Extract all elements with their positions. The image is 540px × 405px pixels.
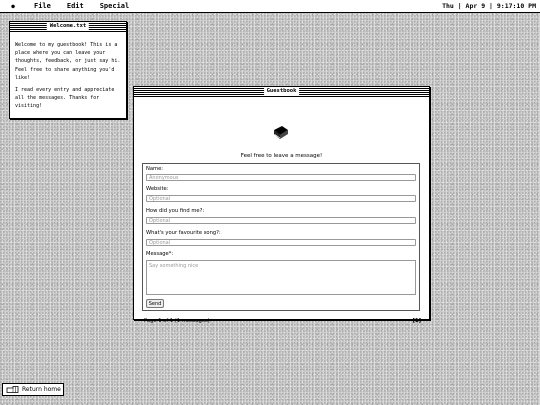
guestbook-window-title: Guestbook bbox=[263, 87, 300, 96]
send-button[interactable]: Send bbox=[146, 299, 164, 308]
welcome-paragraph-1: Welcome to my guestbook! This is a place… bbox=[15, 42, 121, 81]
guestbook-form: Name: Anonymous Website: Optional How di… bbox=[142, 163, 420, 311]
menu-bar: ● File Edit Special Thu | Apr 9 | 9:17:1… bbox=[0, 0, 540, 13]
pointing-hand-icon bbox=[6, 386, 19, 393]
song-label: What's your favourite song?: bbox=[146, 230, 221, 236]
welcome-window-title: Welcome.txt bbox=[46, 22, 90, 31]
welcome-body: Welcome to my guestbook! This is a place… bbox=[10, 32, 126, 111]
welcome-titlebar[interactable]: Welcome.txt bbox=[10, 22, 126, 32]
guestbook-titlebar[interactable]: Guestbook bbox=[134, 87, 429, 97]
message-label: Message*: bbox=[146, 251, 174, 257]
menu-file[interactable]: File bbox=[34, 2, 51, 10]
pagination-text: Page 1 of 1 (1 messages) bbox=[144, 318, 210, 324]
page-1-link[interactable]: [1] bbox=[413, 318, 421, 324]
name-input[interactable]: Anonymous bbox=[146, 174, 416, 181]
message-textarea[interactable]: Say something nice bbox=[146, 260, 416, 295]
website-label: Website: bbox=[146, 186, 169, 192]
return-home-label: Return home bbox=[22, 386, 61, 393]
song-input[interactable]: Optional bbox=[146, 239, 416, 246]
menu-special[interactable]: Special bbox=[100, 2, 130, 10]
return-home-button[interactable]: Return home bbox=[2, 383, 64, 396]
clock: Thu | Apr 9 | 9:17:10 PM bbox=[442, 2, 536, 10]
menu-edit[interactable]: Edit bbox=[67, 2, 84, 10]
found-label: How did you find me?: bbox=[146, 208, 205, 214]
website-input[interactable]: Optional bbox=[146, 195, 416, 202]
guestbook-window: Guestbook Feel free to leave a message! … bbox=[133, 86, 430, 324]
apple-icon[interactable]: ● bbox=[8, 3, 18, 10]
welcome-paragraph-2: I read every entry and appreciate all th… bbox=[15, 87, 115, 110]
name-label: Name: bbox=[146, 166, 164, 172]
guestbook-tagline: Feel free to leave a message! bbox=[240, 153, 323, 159]
book-icon bbox=[274, 126, 288, 139]
welcome-window: Welcome.txt Welcome to my guestbook! Thi… bbox=[9, 21, 127, 119]
found-input[interactable]: Optional bbox=[146, 217, 416, 224]
